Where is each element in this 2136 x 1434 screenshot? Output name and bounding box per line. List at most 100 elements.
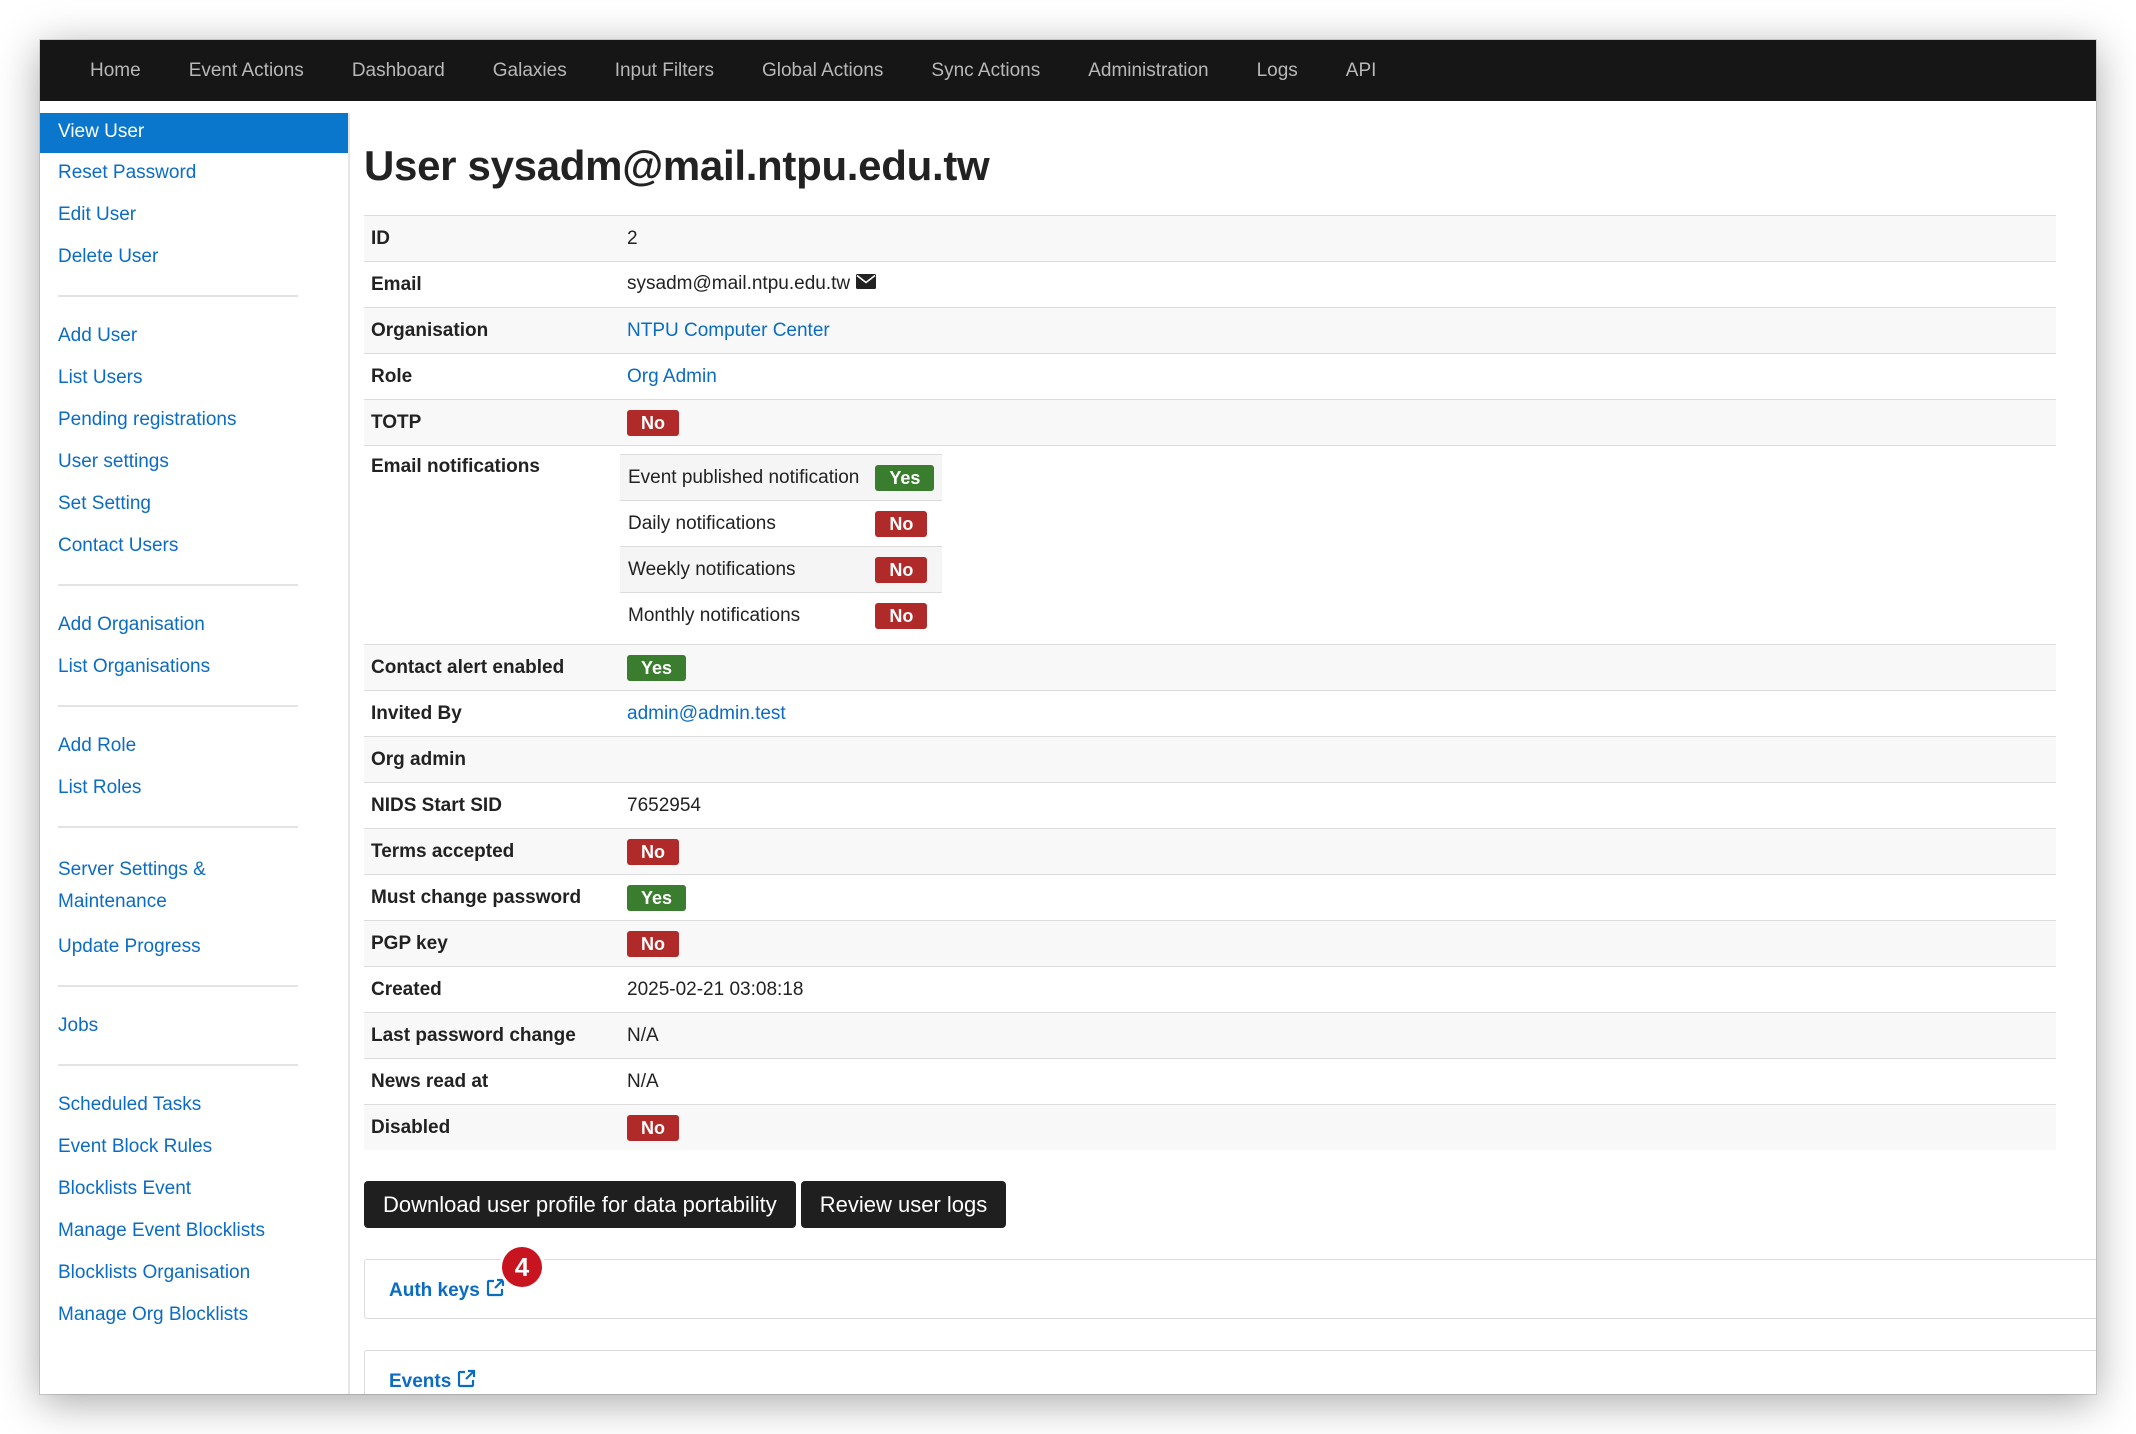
notification-value-cell: No (867, 546, 943, 593)
auth-keys-panel: Auth keys 4 (364, 1247, 2096, 1319)
sidebar-item-manage-org-blocklists[interactable]: Manage Org Blocklists (40, 1295, 348, 1337)
sidebar-item-edit-user[interactable]: Edit User (40, 195, 348, 237)
sidebar-item-contact-users[interactable]: Contact Users (40, 526, 348, 568)
sidebar-item-event-block-rules[interactable]: Event Block Rules (40, 1127, 348, 1169)
row-label: Contact alert enabled (364, 644, 620, 691)
notification-label: Weekly notifications (620, 546, 868, 593)
envelope-icon[interactable] (856, 273, 877, 295)
pgp-cell: No (620, 920, 2056, 967)
nav-home[interactable]: Home (66, 40, 165, 101)
organisation-link[interactable]: NTPU Computer Center (627, 320, 830, 341)
nav-event-actions[interactable]: Event Actions (165, 40, 328, 101)
row-label: Created (364, 966, 620, 1013)
status-badge: No (875, 556, 928, 583)
sidebar-item-server-settings[interactable]: Server Settings & Maintenance (40, 847, 246, 927)
nav-logs[interactable]: Logs (1233, 40, 1322, 101)
nav-dashboard[interactable]: Dashboard (328, 40, 469, 101)
events-panel: Events (364, 1350, 2096, 1394)
created-value: 2025-02-21 03:08:18 (620, 966, 2056, 1013)
nids-value: 7652954 (620, 782, 2056, 829)
table-row: Must change password Yes (364, 874, 2056, 921)
row-label: PGP key (364, 920, 620, 967)
nav-sync-actions[interactable]: Sync Actions (907, 40, 1064, 101)
sidebar-item-scheduled-tasks[interactable]: Scheduled Tasks (40, 1085, 348, 1127)
status-badge: No (627, 409, 679, 436)
page-title: User sysadm@mail.ntpu.edu.tw (364, 142, 990, 189)
notification-label: Daily notifications (620, 500, 868, 547)
notification-counter-badge: 4 (502, 1247, 542, 1287)
table-row: TOTP No (364, 399, 2056, 446)
auth-keys-link[interactable]: Auth keys (389, 1278, 505, 1303)
sidebar-item-reset-password[interactable]: Reset Password (40, 153, 348, 195)
table-row: PGP key No (364, 920, 2056, 967)
sidebar-item-add-organisation[interactable]: Add Organisation (40, 605, 348, 647)
sidebar-divider (58, 1064, 298, 1066)
sidebar-item-list-users[interactable]: List Users (40, 358, 348, 400)
sidebar-item-blocklists-organisation[interactable]: Blocklists Organisation (40, 1253, 348, 1295)
row-label: Last password change (364, 1012, 620, 1059)
sidebar-item-set-setting[interactable]: Set Setting (40, 484, 348, 526)
status-badge: No (627, 838, 679, 865)
review-logs-button[interactable]: Review user logs (800, 1181, 1007, 1228)
table-row: Terms accepted No (364, 828, 2056, 875)
external-link-icon (457, 1369, 476, 1394)
sidebar-item-user-settings[interactable]: User settings (40, 442, 348, 484)
download-profile-button[interactable]: Download user profile for data portabili… (364, 1181, 796, 1228)
sidebar-item-list-roles[interactable]: List Roles (40, 768, 348, 810)
user-id-value: 2 (620, 215, 2056, 262)
row-label: Disabled (364, 1104, 620, 1150)
browser-window: Home Event Actions Dashboard Galaxies In… (40, 40, 2096, 1394)
external-link-icon (486, 1278, 505, 1303)
table-row: Invited By admin@admin.test (364, 690, 2056, 737)
status-badge: No (627, 1114, 679, 1141)
disabled-cell: No (620, 1104, 2056, 1150)
notification-label: Event published notification (620, 454, 868, 501)
status-badge: No (875, 602, 928, 629)
nav-input-filters[interactable]: Input Filters (591, 40, 738, 101)
nav-galaxies[interactable]: Galaxies (469, 40, 591, 101)
nav-global-actions[interactable]: Global Actions (738, 40, 907, 101)
row-label: Terms accepted (364, 828, 620, 875)
must-change-cell: Yes (620, 874, 2056, 921)
events-link[interactable]: Events (389, 1369, 476, 1394)
row-label: Invited By (364, 690, 620, 737)
row-label: News read at (364, 1058, 620, 1105)
sidebar-item-view-user[interactable]: View User (40, 113, 348, 153)
invited-by-link[interactable]: admin@admin.test (627, 703, 786, 724)
org-admin-value (620, 736, 2056, 783)
row-label: TOTP (364, 399, 620, 446)
row-label: Org admin (364, 736, 620, 783)
row-label: NIDS Start SID (364, 782, 620, 829)
role-link[interactable]: Org Admin (627, 366, 717, 387)
notification-value-cell: Yes (867, 454, 943, 501)
row-label: ID (364, 215, 620, 262)
table-row: Organisation NTPU Computer Center (364, 307, 2056, 354)
invited-by-cell: admin@admin.test (620, 690, 2056, 737)
notification-label: Monthly notifications (620, 592, 868, 638)
table-row: Org admin (364, 736, 2056, 783)
sidebar-divider (58, 295, 298, 297)
sidebar-item-pending-registrations[interactable]: Pending registrations (40, 400, 348, 442)
notification-row: Monthly notifications No (620, 592, 943, 638)
main-content: User sysadm@mail.ntpu.edu.tw ID 2 Email … (364, 113, 2096, 1394)
table-row: News read at N/A (364, 1058, 2056, 1105)
nav-administration[interactable]: Administration (1064, 40, 1232, 101)
sidebar-item-add-user[interactable]: Add User (40, 316, 348, 358)
sidebar-divider (58, 826, 298, 828)
sidebar-item-manage-event-blocklists[interactable]: Manage Event Blocklists (40, 1211, 348, 1253)
sidebar-item-delete-user[interactable]: Delete User (40, 237, 348, 279)
nav-api[interactable]: API (1322, 40, 1401, 101)
row-label: Role (364, 353, 620, 400)
row-label: Must change password (364, 874, 620, 921)
notification-row: Daily notifications No (620, 500, 943, 547)
status-badge: Yes (875, 464, 935, 491)
table-row: Email sysadm@mail.ntpu.edu.tw (364, 261, 2056, 308)
sidebar-item-update-progress[interactable]: Update Progress (40, 927, 348, 969)
sidebar-item-jobs[interactable]: Jobs (40, 1006, 348, 1048)
sidebar: View User Reset Password Edit User Delet… (40, 113, 350, 1394)
top-navbar: Home Event Actions Dashboard Galaxies In… (40, 40, 2096, 101)
table-row: Contact alert enabled Yes (364, 644, 2056, 691)
sidebar-item-list-organisations[interactable]: List Organisations (40, 647, 348, 689)
sidebar-item-blocklists-event[interactable]: Blocklists Event (40, 1169, 348, 1211)
sidebar-item-add-role[interactable]: Add Role (40, 726, 348, 768)
